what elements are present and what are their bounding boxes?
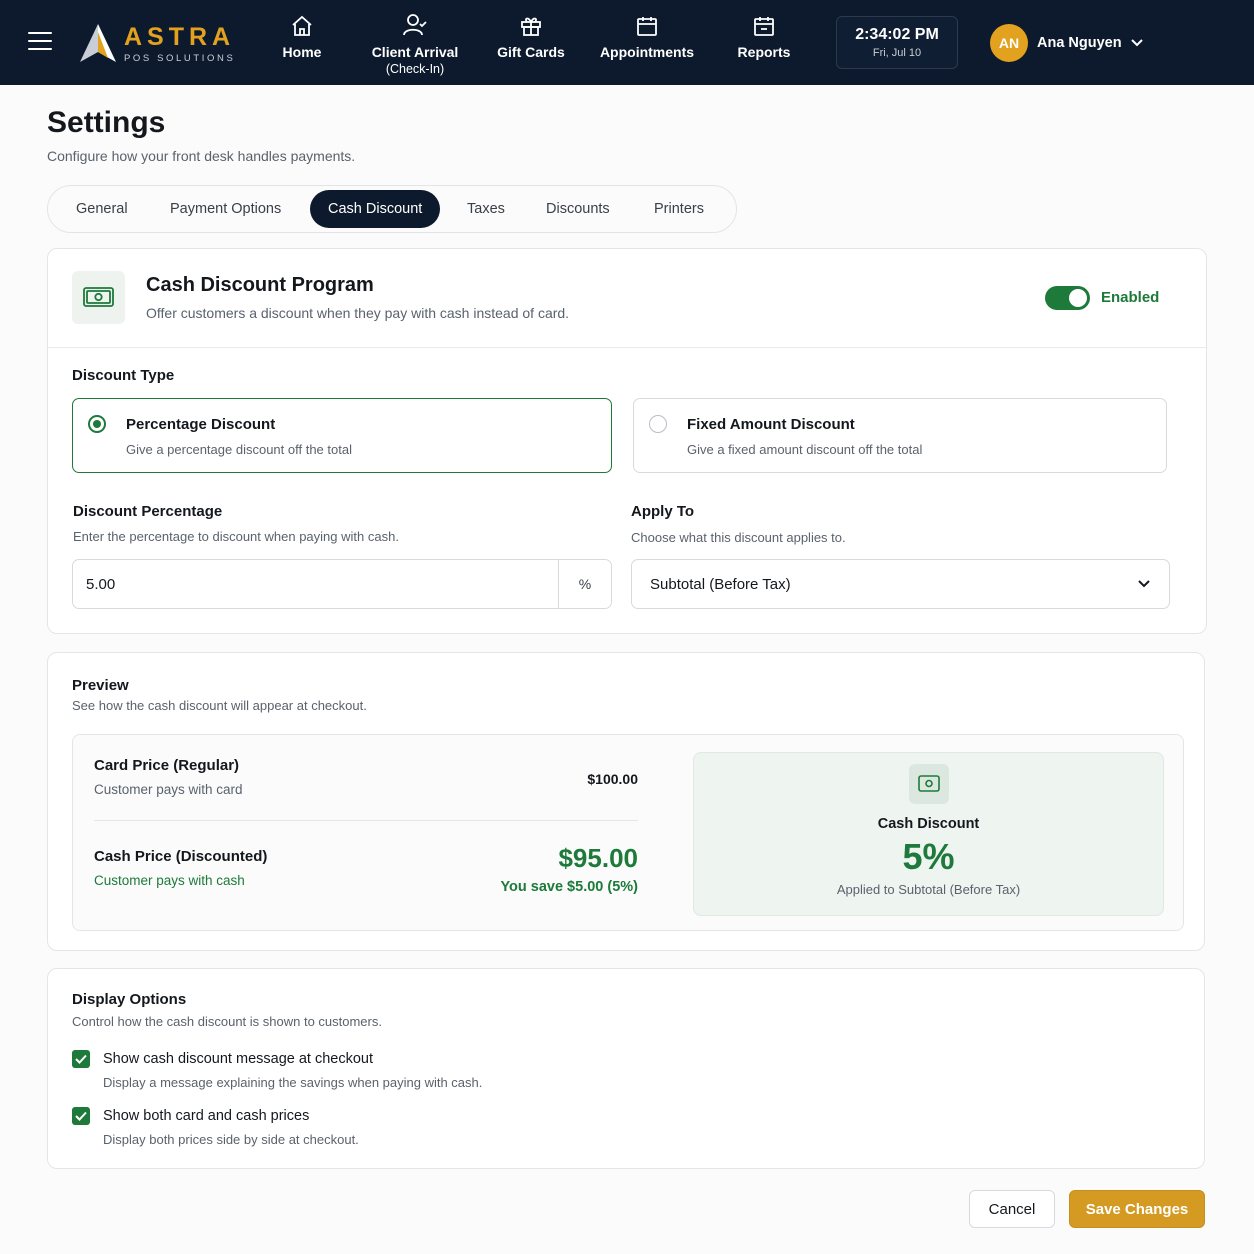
nav-home-label: Home [282, 44, 322, 60]
check-icon [75, 1054, 87, 1064]
nav-client-arrival-label: Client Arrival [371, 44, 459, 60]
top-nav: ASTRA POS SOLUTIONS Home Client Arrival … [0, 0, 1254, 85]
discount-type-label: Discount Type [72, 367, 175, 384]
divider [48, 347, 1206, 348]
option-title: Show cash discount message at checkout [103, 1051, 374, 1067]
card-price-sub: Customer pays with card [94, 782, 243, 797]
chevron-down-icon [1138, 580, 1150, 588]
fixed-amount-discount-option[interactable]: Fixed Amount Discount Give a fixed amoun… [633, 398, 1167, 473]
tab-payment-options[interactable]: Payment Options [152, 190, 299, 228]
calendar-icon [637, 17, 657, 36]
page-subtitle: Configure how your front desk handles pa… [47, 148, 356, 164]
discount-percentage-input[interactable] [73, 560, 559, 608]
card-price: $100.00 [587, 771, 638, 787]
gift-icon [521, 17, 541, 36]
tab-printers[interactable]: Printers [636, 190, 722, 228]
nav-reports-label: Reports [737, 44, 791, 60]
option-title: Show both card and cash prices [103, 1108, 310, 1124]
apply-to-select[interactable]: Subtotal (Before Tax) [631, 559, 1170, 609]
brand-name: ASTRA [124, 23, 236, 51]
divider [94, 820, 638, 821]
preview-card: Preview See how the cash discount will a… [47, 652, 1205, 951]
apply-to-help: Choose what this discount applies to. [631, 530, 846, 545]
clock-time: 2:34:02 PM [855, 26, 939, 43]
option-desc: Give a percentage discount off the total [126, 442, 352, 457]
toggle-knob [1069, 289, 1087, 307]
user-name: Ana Nguyen [1037, 35, 1122, 51]
program-title: Cash Discount Program [146, 274, 374, 296]
check-icon [75, 1111, 87, 1121]
report-calendar-icon [754, 17, 774, 36]
menu-icon[interactable] [28, 32, 52, 52]
nav-gift-cards[interactable]: Gift Cards [494, 14, 568, 78]
tab-cash-discount[interactable]: Cash Discount [310, 190, 441, 228]
clock-date: Fri, Jul 10 [872, 47, 922, 59]
nav-reports[interactable]: Reports [734, 14, 794, 78]
avatar: AN [990, 24, 1028, 62]
radio-selected[interactable] [88, 415, 106, 433]
program-subtitle: Offer customers a discount when they pay… [146, 305, 570, 321]
card-price-label: Card Price (Regular) [94, 757, 240, 774]
badge-applied: Applied to Subtotal (Before Tax) [836, 882, 1021, 897]
program-enabled-toggle[interactable] [1045, 286, 1090, 310]
option-desc: Give a fixed amount discount off the tot… [687, 442, 923, 457]
cash-price-label: Cash Price (Discounted) [94, 848, 268, 865]
savings-text: You save $5.00 (5%) [500, 879, 638, 895]
user-icon [403, 14, 427, 36]
tab-taxes[interactable]: Taxes [449, 190, 523, 228]
nav-appointments-label: Appointments [599, 44, 695, 60]
discount-percentage-label: Discount Percentage [73, 503, 223, 520]
cash-price-sub: Customer pays with cash [94, 873, 245, 888]
tab-discounts[interactable]: Discounts [528, 190, 628, 228]
apply-to-label: Apply To [631, 503, 695, 520]
cash-icon [72, 271, 125, 324]
cash-price: $95.00 [558, 843, 638, 873]
checkbox-checked[interactable] [72, 1107, 90, 1125]
user-menu[interactable]: AN Ana Nguyen [990, 24, 1150, 62]
badge-title: Cash Discount [877, 816, 980, 832]
cash-discount-badge: Cash Discount 5% Applied to Subtotal (Be… [693, 752, 1164, 916]
toggle-label: Enabled [1101, 289, 1160, 306]
radio-unselected[interactable] [649, 415, 667, 433]
display-options-card: Display Options Control how the cash dis… [47, 968, 1205, 1169]
nav-appointments[interactable]: Appointments [598, 14, 696, 78]
percent-suffix: % [558, 560, 611, 608]
preview-subtitle: See how the cash discount will appear at… [72, 698, 367, 713]
preview-box: Card Price (Regular) Customer pays with … [72, 734, 1184, 931]
display-options-title: Display Options [72, 991, 187, 1008]
settings-tabs: General Payment Options Cash Discount Ta… [47, 185, 737, 233]
cancel-button[interactable]: Cancel [969, 1190, 1055, 1228]
chevron-down-icon [1131, 39, 1143, 47]
nav-client-arrival[interactable]: Client Arrival (Check-In) [365, 12, 465, 76]
cash-discount-program-card: Cash Discount Program Offer customers a … [47, 248, 1207, 634]
checkbox-checked[interactable] [72, 1050, 90, 1068]
brand-sub: POS SOLUTIONS [124, 53, 236, 64]
apply-to-value: Subtotal (Before Tax) [650, 576, 791, 593]
option-desc: Display both prices side by side at chec… [103, 1132, 359, 1147]
clock: 2:34:02 PM Fri, Jul 10 [836, 16, 958, 69]
page-title: Settings [47, 106, 166, 139]
cash-icon [909, 764, 949, 804]
percentage-discount-option[interactable]: Percentage Discount Give a percentage di… [72, 398, 612, 473]
badge-percent: 5% [902, 836, 955, 877]
nav-gift-cards-label: Gift Cards [497, 44, 565, 60]
discount-percentage-field: % [72, 559, 612, 609]
option-title: Fixed Amount Discount [687, 416, 855, 433]
tab-general[interactable]: General [58, 190, 146, 228]
discount-percentage-help: Enter the percentage to discount when pa… [73, 529, 399, 544]
nav-home[interactable]: Home [272, 14, 332, 78]
preview-title: Preview [72, 677, 129, 694]
brand-logo[interactable]: ASTRA POS SOLUTIONS [78, 22, 238, 66]
option-desc: Display a message explaining the savings… [103, 1075, 483, 1090]
home-icon [292, 15, 312, 36]
option-title: Percentage Discount [126, 416, 276, 433]
astra-logo-icon [80, 24, 116, 62]
display-options-subtitle: Control how the cash discount is shown t… [72, 1014, 382, 1029]
save-changes-button[interactable]: Save Changes [1069, 1190, 1205, 1228]
nav-client-arrival-sub: (Check-In) [385, 62, 445, 76]
